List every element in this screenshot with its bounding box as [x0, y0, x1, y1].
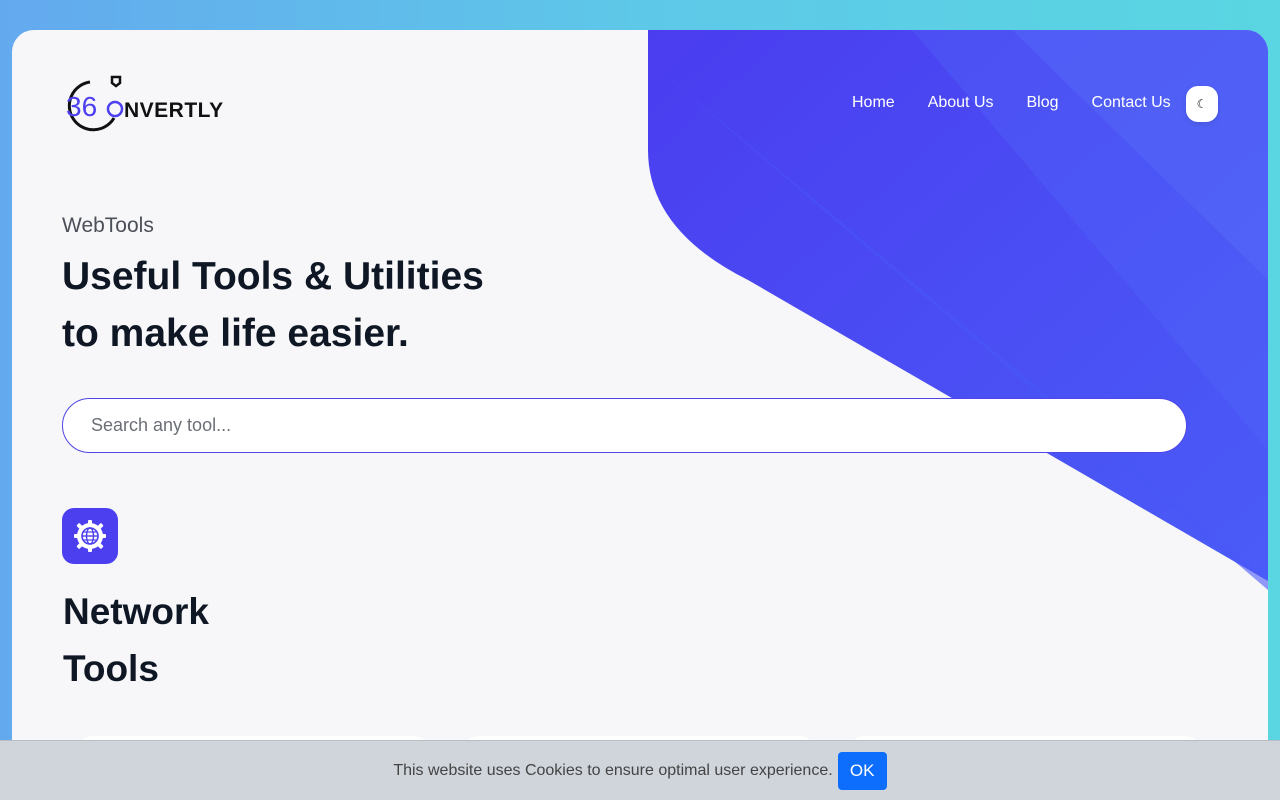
logo-numerals: 36 — [66, 91, 97, 122]
cookie-banner: This website uses Cookies to ensure opti… — [0, 740, 1280, 800]
category-title-line-1: Network — [63, 591, 209, 632]
nav-blog[interactable]: Blog — [1027, 94, 1059, 112]
top-navigation: Home About Us Blog Contact Us — [852, 94, 1187, 112]
hero-headline: Useful Tools & Utilities to make life ea… — [62, 248, 484, 362]
logo-text: NVERTLY — [124, 99, 224, 122]
cookie-banner-text: This website uses Cookies to ensure opti… — [393, 761, 833, 779]
hero-eyebrow: WebTools — [62, 214, 154, 237]
category-title-line-2: Tools — [63, 648, 159, 689]
nav-contact-us[interactable]: Contact Us — [1092, 94, 1171, 112]
nav-home[interactable]: Home — [852, 94, 895, 112]
category-title: Network Tools — [63, 583, 263, 697]
category-icon-tile[interactable] — [62, 508, 118, 564]
nav-about-us[interactable]: About Us — [928, 94, 994, 112]
headline-line-1: Useful Tools & Utilities — [62, 255, 484, 298]
search-input[interactable] — [62, 398, 1187, 453]
theme-toggle-button[interactable]: ☾ — [1186, 86, 1218, 122]
globe-gear-icon — [74, 520, 106, 552]
main-card: 36 NVERTLY Home About Us Blog Contact Us… — [12, 30, 1268, 800]
cookie-ok-button[interactable]: OK — [837, 751, 887, 790]
moon-icon: ☾ — [1196, 97, 1208, 111]
headline-line-2: to make life easier. — [62, 312, 409, 355]
